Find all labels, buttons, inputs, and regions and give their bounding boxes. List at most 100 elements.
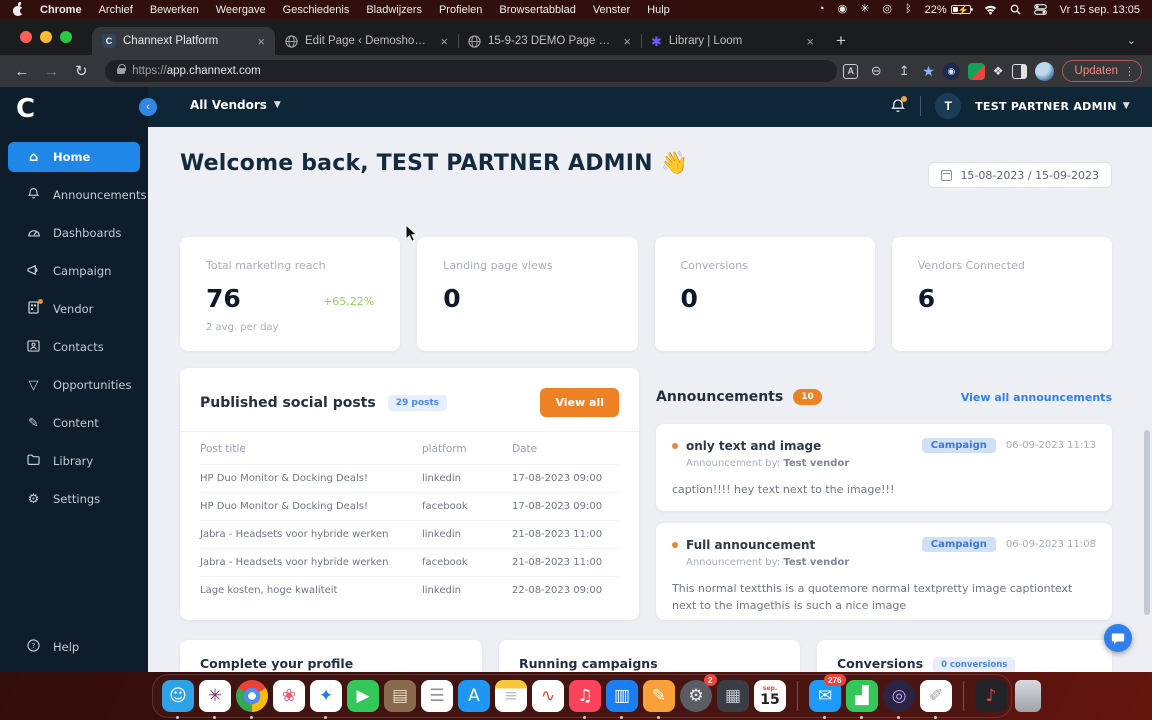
password-extension-icon[interactable]: ◉ [942, 62, 960, 80]
tab-close-icon[interactable]: × [438, 34, 450, 49]
chrome-profile-avatar[interactable] [1034, 61, 1054, 81]
menubar-item-geschiedenis[interactable]: Geschiedenis [283, 4, 350, 16]
dock-launchpad-icon[interactable]: ▦ [716, 676, 750, 716]
user-menu[interactable]: TEST PARTNER ADMIN ▼ [975, 100, 1130, 113]
forward-button[interactable]: → [40, 63, 64, 80]
sidebar-item-contacts[interactable]: Contacts [8, 332, 140, 362]
reload-button[interactable]: ↻ [69, 62, 93, 80]
lock-icon[interactable] [117, 63, 127, 77]
bluetooth-icon[interactable]: ᛒ [905, 4, 912, 15]
dock-facetime-icon[interactable]: ▶ [346, 676, 380, 716]
extension-icon[interactable] [967, 62, 985, 80]
window-zoom-button[interactable] [60, 31, 72, 43]
table-row[interactable]: Lage kosten, hoge kwaliteit linkedin 22-08… [200, 577, 619, 604]
tab-search-chevron-icon[interactable]: ⌄ [1127, 34, 1152, 55]
lock-status-icon[interactable]: ◎ [882, 4, 892, 15]
dock-slack-icon[interactable]: ✳ [198, 676, 232, 719]
sidebar-item-vendor[interactable]: Vendor [8, 294, 140, 324]
dock-pages-icon[interactable]: ✎ [642, 676, 676, 719]
view-all-announcements-link[interactable]: View all announcements [961, 391, 1112, 404]
tab-close-icon[interactable]: × [621, 34, 633, 49]
dock-reminders-icon[interactable]: ☰ [420, 676, 454, 716]
menubar-clock[interactable]: Vr 15 sep. 13:05 [1060, 4, 1140, 16]
menubar-item-browsertabblad[interactable]: Browsertabblad [499, 4, 575, 16]
menubar-item-archief[interactable]: Archief [99, 4, 133, 16]
asterisk-status-icon[interactable]: ✳ [860, 4, 869, 15]
sidebar-item-campaign[interactable]: Campaign [8, 256, 140, 286]
table-row[interactable]: HP Duo Monitor & Docking Deals! facebook 1… [200, 493, 619, 521]
bookmark-star-icon[interactable]: ★ [922, 63, 935, 80]
notifications-bell-icon[interactable] [890, 96, 908, 114]
sidebar-item-dashboards[interactable]: Dashboards [8, 218, 140, 248]
sidebar-item-announcements[interactable]: Announcements [8, 180, 147, 210]
dock-wave-app-icon[interactable]: ∿ [531, 676, 565, 716]
menubar-item-venster[interactable]: Venster [593, 4, 630, 16]
menubar-item-bewerken[interactable]: Bewerken [150, 4, 199, 16]
back-button[interactable]: ← [10, 63, 34, 80]
dock-system-settings-icon[interactable]: ⚙ 2 [679, 674, 717, 716]
view-all-posts-button[interactable]: View all [540, 388, 619, 417]
channext-logo[interactable]: C [16, 94, 35, 124]
apple-menu-icon[interactable] [12, 1, 25, 16]
date-range-picker[interactable]: 15-08-2023 / 15-09-2023 [928, 162, 1112, 188]
sidebar-item-home[interactable]: ⌂ Home [8, 142, 140, 172]
dock-numbers-icon[interactable]: ▟ [845, 676, 879, 719]
announcement-card[interactable]: only text and image Campaign 06-09-2023 … [656, 424, 1112, 511]
share-icon[interactable]: ↥ [894, 63, 914, 79]
sidebar-item-help[interactable]: ? Help [8, 632, 140, 662]
status-circle-icon[interactable]: ◔ [818, 4, 825, 15]
dock-calendar-icon[interactable]: sep. 15 [753, 676, 787, 716]
dock-mail-icon[interactable]: ✉ 276 [808, 674, 846, 719]
zoom-page-icon[interactable]: ⊖ [866, 63, 886, 79]
dock-textedit-icon[interactable]: ✐ [919, 676, 953, 719]
dock-finder-icon[interactable]: ☺ [161, 676, 195, 719]
announcement-card[interactable]: Full announcement Campaign 06-09-2023 11… [656, 523, 1112, 620]
chrome-update-button[interactable]: Updaten ⋮ [1061, 60, 1143, 82]
extensions-puzzle-icon[interactable]: ❖ [993, 64, 1004, 78]
dock-app-store-icon[interactable]: A [457, 676, 491, 716]
menubar-item-weergave[interactable]: Weergave [216, 4, 266, 16]
dock-notes-icon[interactable]: ≡ [494, 676, 528, 716]
sidebar-item-opportunities[interactable]: ▽ Opportunities [8, 370, 140, 400]
side-panel-icon[interactable] [1011, 63, 1027, 79]
dock-trash-icon[interactable] [1011, 676, 1045, 716]
dock-music-icon[interactable]: ♫ [568, 676, 602, 719]
window-minimize-button[interactable] [40, 31, 52, 43]
chrome-menu-icon[interactable]: ⋮ [1124, 65, 1135, 78]
dock-keynote-icon[interactable]: ▥ [605, 676, 639, 719]
dock-loom-icon[interactable]: ◎ [882, 676, 916, 719]
chat-widget-button[interactable] [1104, 624, 1132, 652]
dock-contacts-book-icon[interactable]: ▤ [383, 676, 417, 716]
translate-icon[interactable]: A [843, 63, 859, 79]
dock-chrome-icon[interactable] [235, 676, 269, 719]
menubar-item-hulp[interactable]: Hulp [647, 4, 670, 16]
table-row[interactable]: HP Duo Monitor & Docking Deals! linkedin 1… [200, 465, 619, 493]
tab-edit-page-wordpress[interactable]: Edit Page ‹ Demoshop — Word × [275, 27, 459, 55]
record-status-icon[interactable]: ◉ [838, 4, 848, 15]
sidebar-item-library[interactable]: Library [8, 446, 140, 476]
spotlight-icon[interactable] [1010, 4, 1021, 15]
tab-channext-platform[interactable]: C Channext Platform × [92, 27, 275, 55]
new-tab-button[interactable]: + [824, 31, 856, 55]
window-close-button[interactable] [20, 31, 32, 43]
tab-close-icon[interactable]: × [255, 34, 267, 49]
table-row[interactable]: Jabra - Headsets voor hybride werken face… [200, 549, 619, 577]
vendor-selector[interactable]: All Vendors ▼ [190, 98, 281, 112]
tab-demo-page-widget[interactable]: 15-9-23 DEMO Page – Widget × [458, 27, 642, 55]
dock-photos-icon[interactable]: ❀ [272, 676, 306, 716]
tab-close-icon[interactable]: × [804, 34, 816, 49]
menubar-app-name[interactable]: Chrome [40, 4, 82, 16]
control-center-icon[interactable] [1033, 4, 1047, 15]
wifi-icon[interactable] [984, 4, 997, 15]
menubar-item-bladwijzers[interactable]: Bladwijzers [366, 4, 422, 16]
user-avatar[interactable]: T [935, 93, 962, 119]
battery-indicator[interactable]: 22% ⚡ [925, 4, 973, 16]
dock-minimized-window-icon[interactable]: ♪ [974, 676, 1008, 716]
menubar-item-profielen[interactable]: Profielen [439, 4, 482, 16]
scrollbar-thumb[interactable] [1144, 430, 1150, 615]
sidebar-item-settings[interactable]: ⚙ Settings [8, 484, 140, 514]
tab-library-loom[interactable]: ✱ Library | Loom × [641, 27, 824, 55]
dock-safari-icon[interactable]: ✦ [309, 676, 343, 719]
sidebar-item-content[interactable]: ✎ Content [8, 408, 140, 438]
url-bar[interactable]: https://app.channext.com [105, 60, 838, 82]
